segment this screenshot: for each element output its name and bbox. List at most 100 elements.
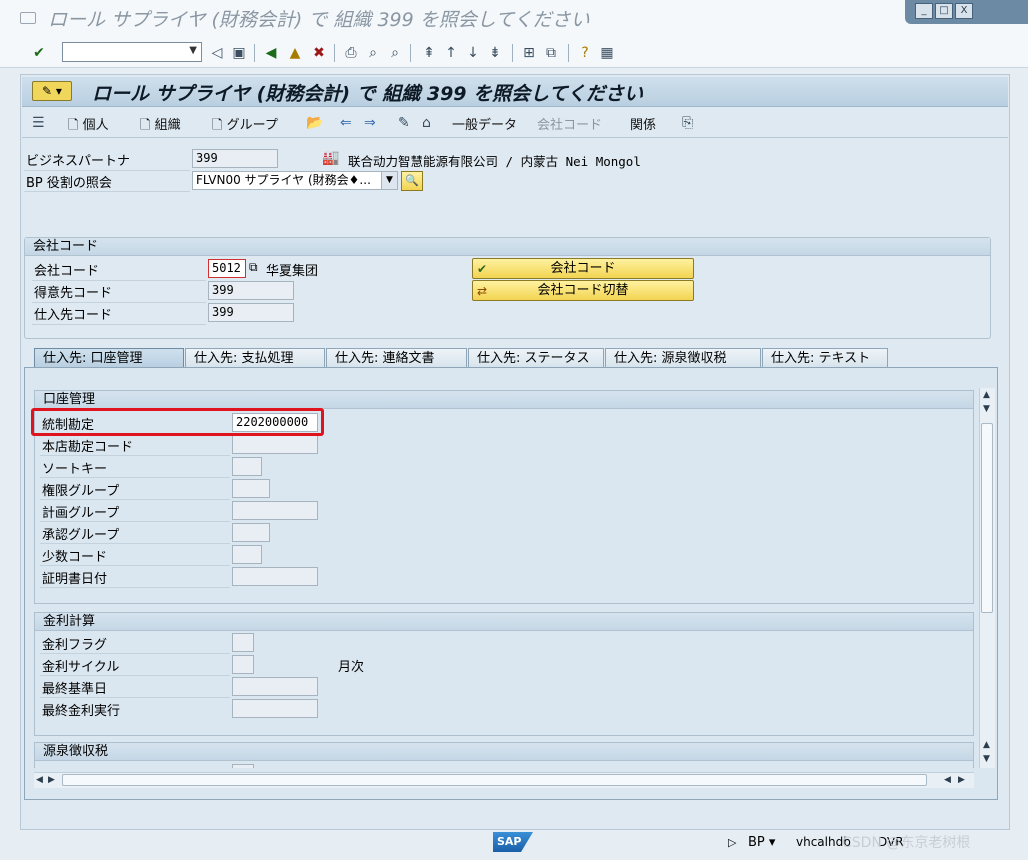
- exit-icon[interactable]: ▲: [286, 44, 304, 62]
- tab-correspondence[interactable]: 仕入先: 連絡文書: [326, 348, 467, 368]
- scroll-down-page-icon[interactable]: ▲: [983, 740, 990, 750]
- customer-field[interactable]: 399: [208, 281, 294, 300]
- interest-flag-field[interactable]: [232, 633, 254, 652]
- cancel-icon[interactable]: ✖: [310, 44, 328, 62]
- new-session-icon[interactable]: ⊞: [520, 44, 538, 62]
- command-field[interactable]: ▼: [62, 42, 202, 62]
- collapse-icon[interactable]: ◁: [208, 44, 226, 62]
- auth-group-label: 権限グループ: [42, 484, 120, 499]
- vertical-scroll-thumb[interactable]: [981, 423, 993, 613]
- prev-page-icon[interactable]: ↑: [442, 44, 460, 62]
- find-icon[interactable]: ⌕: [364, 44, 382, 62]
- find-next-icon[interactable]: ⌕: [386, 44, 404, 62]
- close-button[interactable]: X: [955, 3, 973, 19]
- withholding-field[interactable]: [232, 764, 254, 768]
- scroll-right-icon[interactable]: ▶: [958, 775, 965, 785]
- toolbar-separator: [568, 44, 569, 62]
- standard-toolbar: ✔ ▼ ◁ ▣ ◀ ▲ ✖ ⎙ ⌕ ⌕ ⇞ ↑ ↓ ⇟ ⊞ ⧉ ? ▦: [0, 36, 1028, 68]
- minority-code-field[interactable]: [232, 545, 262, 564]
- group-label: グループ: [226, 118, 278, 133]
- head-office-field[interactable]: [232, 435, 318, 454]
- horizontal-scroll-thumb[interactable]: [62, 774, 927, 786]
- first-page-icon[interactable]: ⇞: [420, 44, 438, 62]
- tab-text[interactable]: 仕入先: テキスト: [762, 348, 888, 368]
- shortcut-icon[interactable]: ⧉: [542, 44, 560, 62]
- other-object-icon[interactable]: ⎘: [682, 115, 693, 131]
- minority-code-label: 少数コード: [42, 550, 108, 565]
- back-icon[interactable]: ◀: [262, 44, 280, 62]
- open-folder-icon[interactable]: 📂: [306, 115, 323, 131]
- sort-key-field[interactable]: [232, 457, 262, 476]
- interest-calculation-group: 金利計算: [34, 612, 974, 736]
- bp-field[interactable]: 399: [192, 149, 278, 168]
- company-code-toolbar-button[interactable]: 会社コード: [537, 114, 602, 133]
- hierarchy-icon[interactable]: ⌂: [422, 115, 431, 131]
- company-code-field[interactable]: 5012: [208, 259, 246, 278]
- scroll-down-icon[interactable]: ▼: [983, 754, 990, 764]
- window-menu-icon[interactable]: [20, 12, 36, 24]
- group-button[interactable]: 🗋 グループ: [212, 114, 278, 138]
- toolbar-separator: [334, 44, 335, 62]
- last-page-icon[interactable]: ⇟: [486, 44, 504, 62]
- status-expand-icon[interactable]: ▷: [728, 836, 736, 849]
- cert-date-field[interactable]: [232, 567, 318, 586]
- general-data-button[interactable]: 一般データ: [452, 114, 517, 133]
- scroll-right-page-icon[interactable]: ▶: [48, 775, 55, 785]
- tab-status[interactable]: 仕入先: ステータス: [468, 348, 604, 368]
- save-icon[interactable]: ▣: [230, 44, 248, 62]
- base-date-field[interactable]: [232, 677, 318, 696]
- label-underline: [40, 543, 230, 544]
- minimize-button[interactable]: _: [915, 3, 933, 19]
- role-dropdown-arrow-icon[interactable]: ▼: [381, 172, 397, 189]
- window-controls: _ □ X: [905, 0, 1028, 24]
- plan-group-field[interactable]: [232, 501, 318, 520]
- edit-icon[interactable]: ✎: [398, 115, 410, 131]
- tab-withholding-tax[interactable]: 仕入先: 源泉徴収税: [605, 348, 761, 368]
- toolbar-separator: [410, 44, 411, 62]
- check-icon: ✔: [477, 262, 488, 276]
- withholding-tax-group: 源泉徴収税: [34, 742, 974, 768]
- label-underline: [32, 302, 206, 303]
- scroll-up-page-icon[interactable]: ▼: [983, 404, 990, 414]
- enter-icon[interactable]: ✔: [30, 44, 48, 62]
- display-change-button[interactable]: ✎ ▾: [32, 81, 72, 101]
- scroll-left-page-icon[interactable]: ◀: [944, 775, 951, 785]
- label-underline: [40, 675, 230, 676]
- label-underline: [32, 280, 206, 281]
- vendor-field[interactable]: 399: [208, 303, 294, 322]
- copy-icon: ⧉: [249, 260, 258, 274]
- scroll-left-icon[interactable]: ◀: [36, 775, 43, 785]
- interest-cycle-field[interactable]: [232, 655, 254, 674]
- cert-date-label: 証明書日付: [42, 572, 108, 587]
- role-detail-button[interactable]: 🔍: [401, 171, 423, 191]
- person-label: 個人: [82, 118, 109, 133]
- print-icon[interactable]: ⎙: [342, 44, 360, 62]
- maximize-button[interactable]: □: [935, 3, 953, 19]
- company-code-button[interactable]: ✔ 会社コード: [472, 258, 694, 279]
- arrow-left-icon[interactable]: ⇐: [340, 115, 352, 131]
- auth-group-field[interactable]: [232, 479, 270, 498]
- person-button[interactable]: 🗋 個人: [68, 114, 109, 138]
- last-interest-run-field[interactable]: [232, 699, 318, 718]
- plan-group-label: 計画グループ: [42, 506, 120, 521]
- scroll-up-icon[interactable]: ▲: [983, 390, 990, 400]
- switch-company-code-button[interactable]: ⇄ 会社コード切替: [472, 280, 694, 301]
- help-icon[interactable]: ?: [576, 44, 594, 62]
- next-page-icon[interactable]: ↓: [464, 44, 482, 62]
- approval-group-field[interactable]: [232, 523, 270, 542]
- role-dropdown[interactable]: FLVN00 サプライヤ (財務会♦...: [192, 171, 398, 190]
- tab-account-management[interactable]: 仕入先: 口座管理: [34, 348, 184, 368]
- status-client[interactable]: BP ▾: [748, 835, 775, 850]
- company-code-label: 会社コード: [34, 264, 100, 279]
- tab-payment[interactable]: 仕入先: 支払処理: [185, 348, 325, 368]
- list-icon[interactable]: ☰: [32, 115, 45, 131]
- label-underline: [32, 324, 206, 325]
- organization-button[interactable]: 🗋 組織: [140, 114, 181, 138]
- role-value: FLVN00 サプライヤ (財務会♦...: [196, 173, 371, 187]
- customize-layout-icon[interactable]: ▦: [598, 44, 616, 62]
- arrow-right-icon[interactable]: ⇒: [364, 115, 376, 131]
- relations-button[interactable]: 関係: [630, 114, 656, 133]
- command-dropdown-icon[interactable]: ▼: [189, 45, 197, 56]
- label-underline: [40, 697, 230, 698]
- organization-icon: 🏭: [322, 150, 340, 166]
